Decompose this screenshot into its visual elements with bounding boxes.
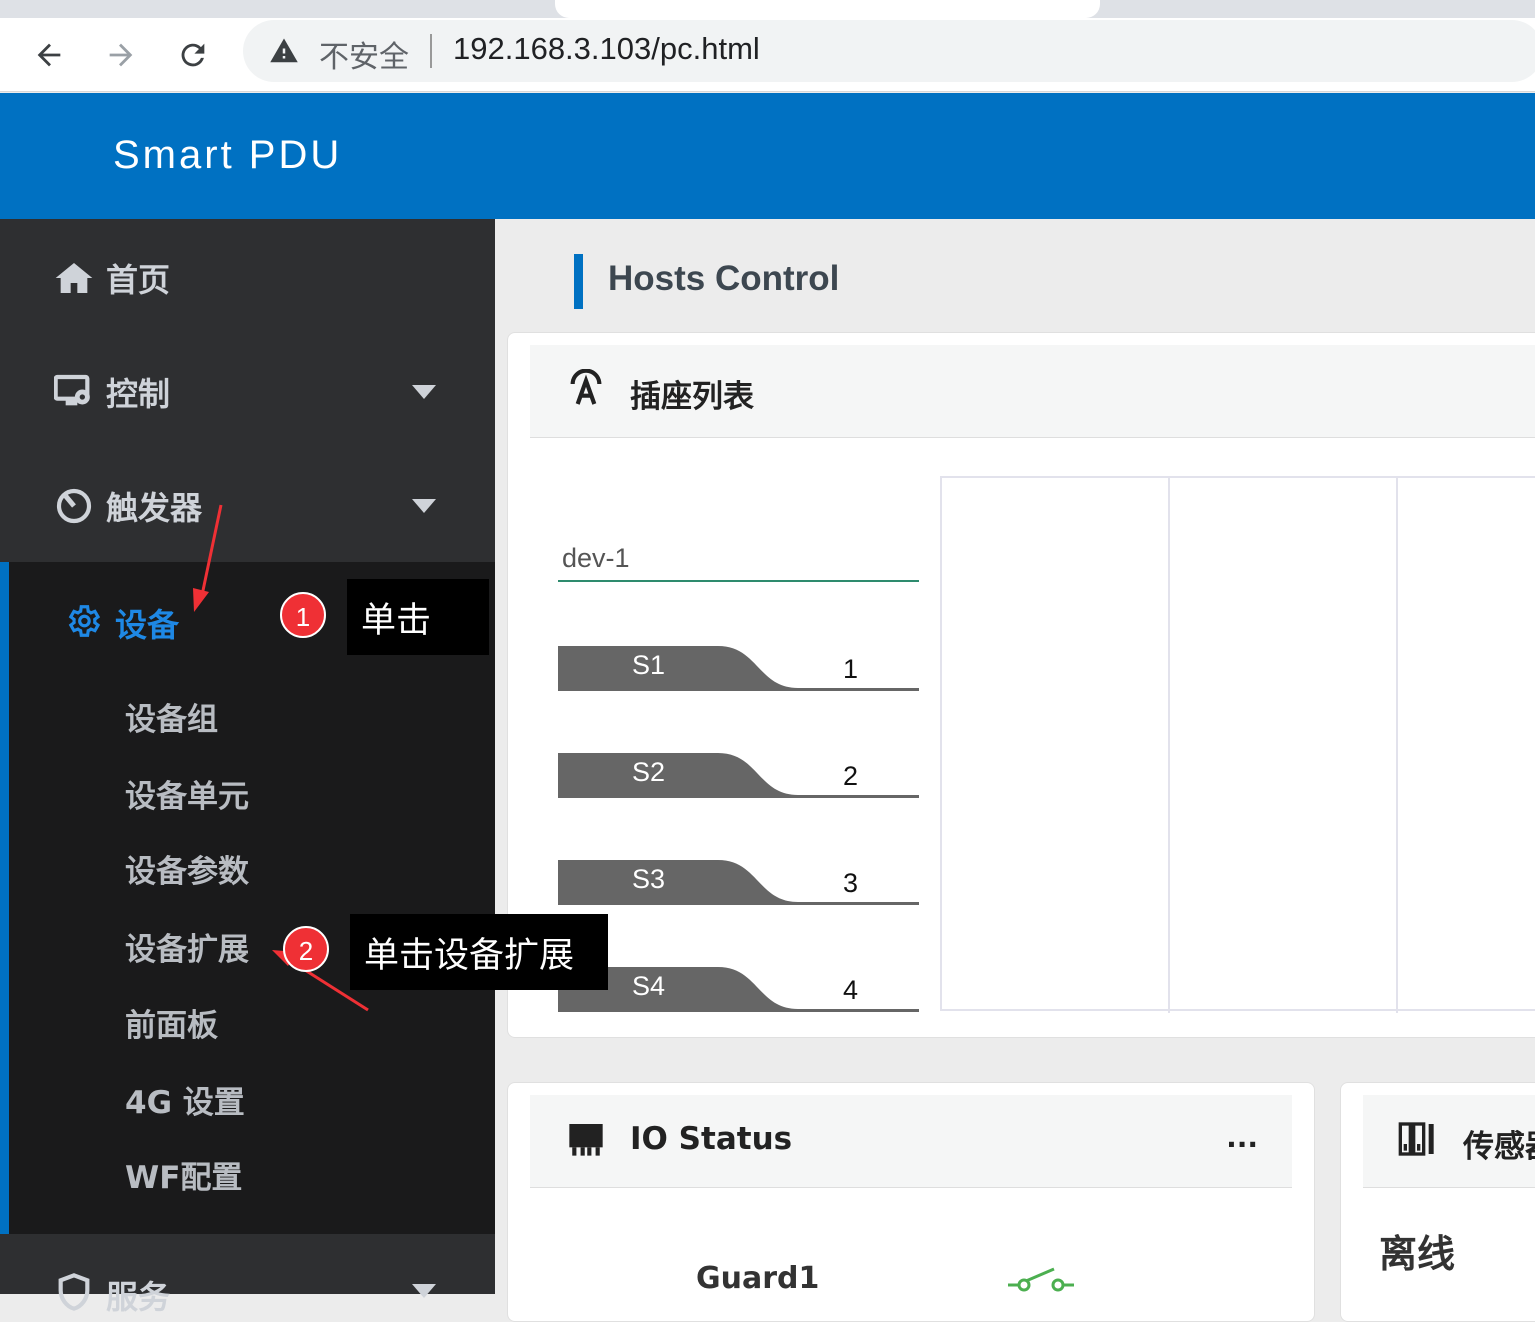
card-title: IO Status [630,1121,793,1157]
socket-number: 2 [843,761,859,791]
socket-tab-shape [558,646,919,691]
reload-button[interactable] [168,30,218,80]
app-title: Smart PDU [113,133,343,177]
card-header: IO Status ... [530,1095,1292,1188]
sidebar-item-trigger[interactable]: 触发器 [0,449,495,563]
card-title: 传感器 [1463,1129,1535,1165]
sidebar-item-label: 首页 [106,261,171,299]
device-name-input[interactable]: dev-1 [562,543,630,574]
submenu-item-device-unit[interactable]: 设备单元 [125,771,249,816]
sidebar-item-label: 服务 [106,1278,171,1316]
home-icon [55,263,93,293]
shield-icon [58,1273,90,1311]
card-header: 插座列表 [530,345,1535,438]
socket-name: S2 [632,757,666,787]
arrow-right-icon [109,43,133,67]
omnibox-divider [430,34,432,68]
socket-number: 3 [843,868,859,898]
more-menu-button[interactable]: ... [1226,1121,1258,1154]
submenu-item-device-extension[interactable]: 设备扩展 [125,924,249,969]
submenu-item-device-params[interactable]: 设备参数 [125,846,249,891]
socket-number: 4 [843,975,859,1005]
monitor-gear-icon [54,374,90,406]
submenu-item-device-group[interactable]: 设备组 [125,694,218,739]
socket-name: S1 [632,650,666,680]
active-indicator [0,562,9,1234]
socket-name: S4 [632,971,666,1001]
annotation-badge-2: 2 [283,926,329,972]
sensor-icon [1398,1122,1434,1156]
socket-row[interactable]: S3 3 [558,860,919,906]
sensor-status: 离线 [1379,1232,1456,1276]
chevron-down-icon [412,1284,436,1298]
device-submenu: 设备 设备组 设备单元 设备参数 设备扩展 前面板 4G 设置 WF配置 [0,562,495,1234]
back-button[interactable] [24,30,74,80]
guard-label: Guard1 [696,1261,820,1296]
socket-tab-shape [558,753,919,798]
forward-button[interactable] [96,30,146,80]
address-bar[interactable]: 不安全 192.168.3.103/pc.html [243,20,1535,82]
submenu-item-front-panel[interactable]: 前面板 [125,1000,218,1045]
grid-divider [1168,478,1170,1013]
input-underline [558,580,919,582]
security-label[interactable]: 不安全 [319,32,409,76]
card-title: 插座列表 [630,379,754,415]
arrow-left-icon [37,43,61,67]
warning-icon [270,38,298,63]
socket-row[interactable]: S4 4 [558,967,919,1013]
gear-icon [68,605,101,637]
io-status-card: IO Status ... Guard1 [507,1082,1315,1322]
browser-toolbar: 不安全 192.168.3.103/pc.html [0,18,1535,92]
url-text[interactable]: 192.168.3.103/pc.html [453,31,760,67]
timer-icon [56,488,92,524]
socket-tab-shape [558,860,919,905]
socket-name: S3 [632,864,666,894]
card-header: 传感器 [1363,1095,1535,1188]
sidebar-item-label: 控制 [106,375,171,413]
sidebar: 首页 控制 触发器 设备 设备组 设备单元 设备参数 设备扩展 前面板 4G 设… [0,219,495,1316]
sidebar-item-label: 触发器 [106,489,203,527]
sidebar-item-device[interactable]: 设备 [115,600,179,646]
annotation-callout-2: 单击设备扩展 [350,914,608,990]
app-header: Smart PDU [0,93,1535,219]
socket-list-card: 插座列表 dev-1 S1 1 S2 2 S3 3 S4 4 [507,332,1535,1038]
annotation-badge-1: 1 [280,592,326,638]
socket-row[interactable]: S2 2 [558,753,919,799]
section-accent [574,254,583,309]
submenu-item-wf-config[interactable]: WF配置 [125,1152,242,1197]
chip-icon [569,1124,603,1156]
main-content: Hosts Control 插座列表 dev-1 S1 1 S2 2 S3 3 … [495,219,1535,1322]
grid-divider [1396,478,1398,1013]
socket-number: 1 [843,654,859,684]
sidebar-item-home[interactable]: 首页 [0,221,495,335]
submenu-item-4g-settings[interactable]: 4G 设置 [125,1077,245,1122]
browser-tabstrip [0,0,1535,18]
browser-active-tab[interactable] [555,0,1100,18]
chevron-down-icon [412,499,436,513]
annotation-callout-1: 单击 [347,579,489,655]
socket-a-icon [570,369,602,405]
page-title: Hosts Control [608,259,840,298]
sidebar-item-service[interactable]: 服务 [0,1234,495,1316]
socket-grid [940,476,1535,1013]
socket-row[interactable]: S1 1 [558,646,919,692]
reload-icon [181,43,205,67]
chevron-down-icon [412,385,436,399]
sidebar-item-control[interactable]: 控制 [0,335,495,449]
sensor-card: 传感器 离线 [1340,1082,1535,1322]
socket-tab-shape [558,967,919,1012]
